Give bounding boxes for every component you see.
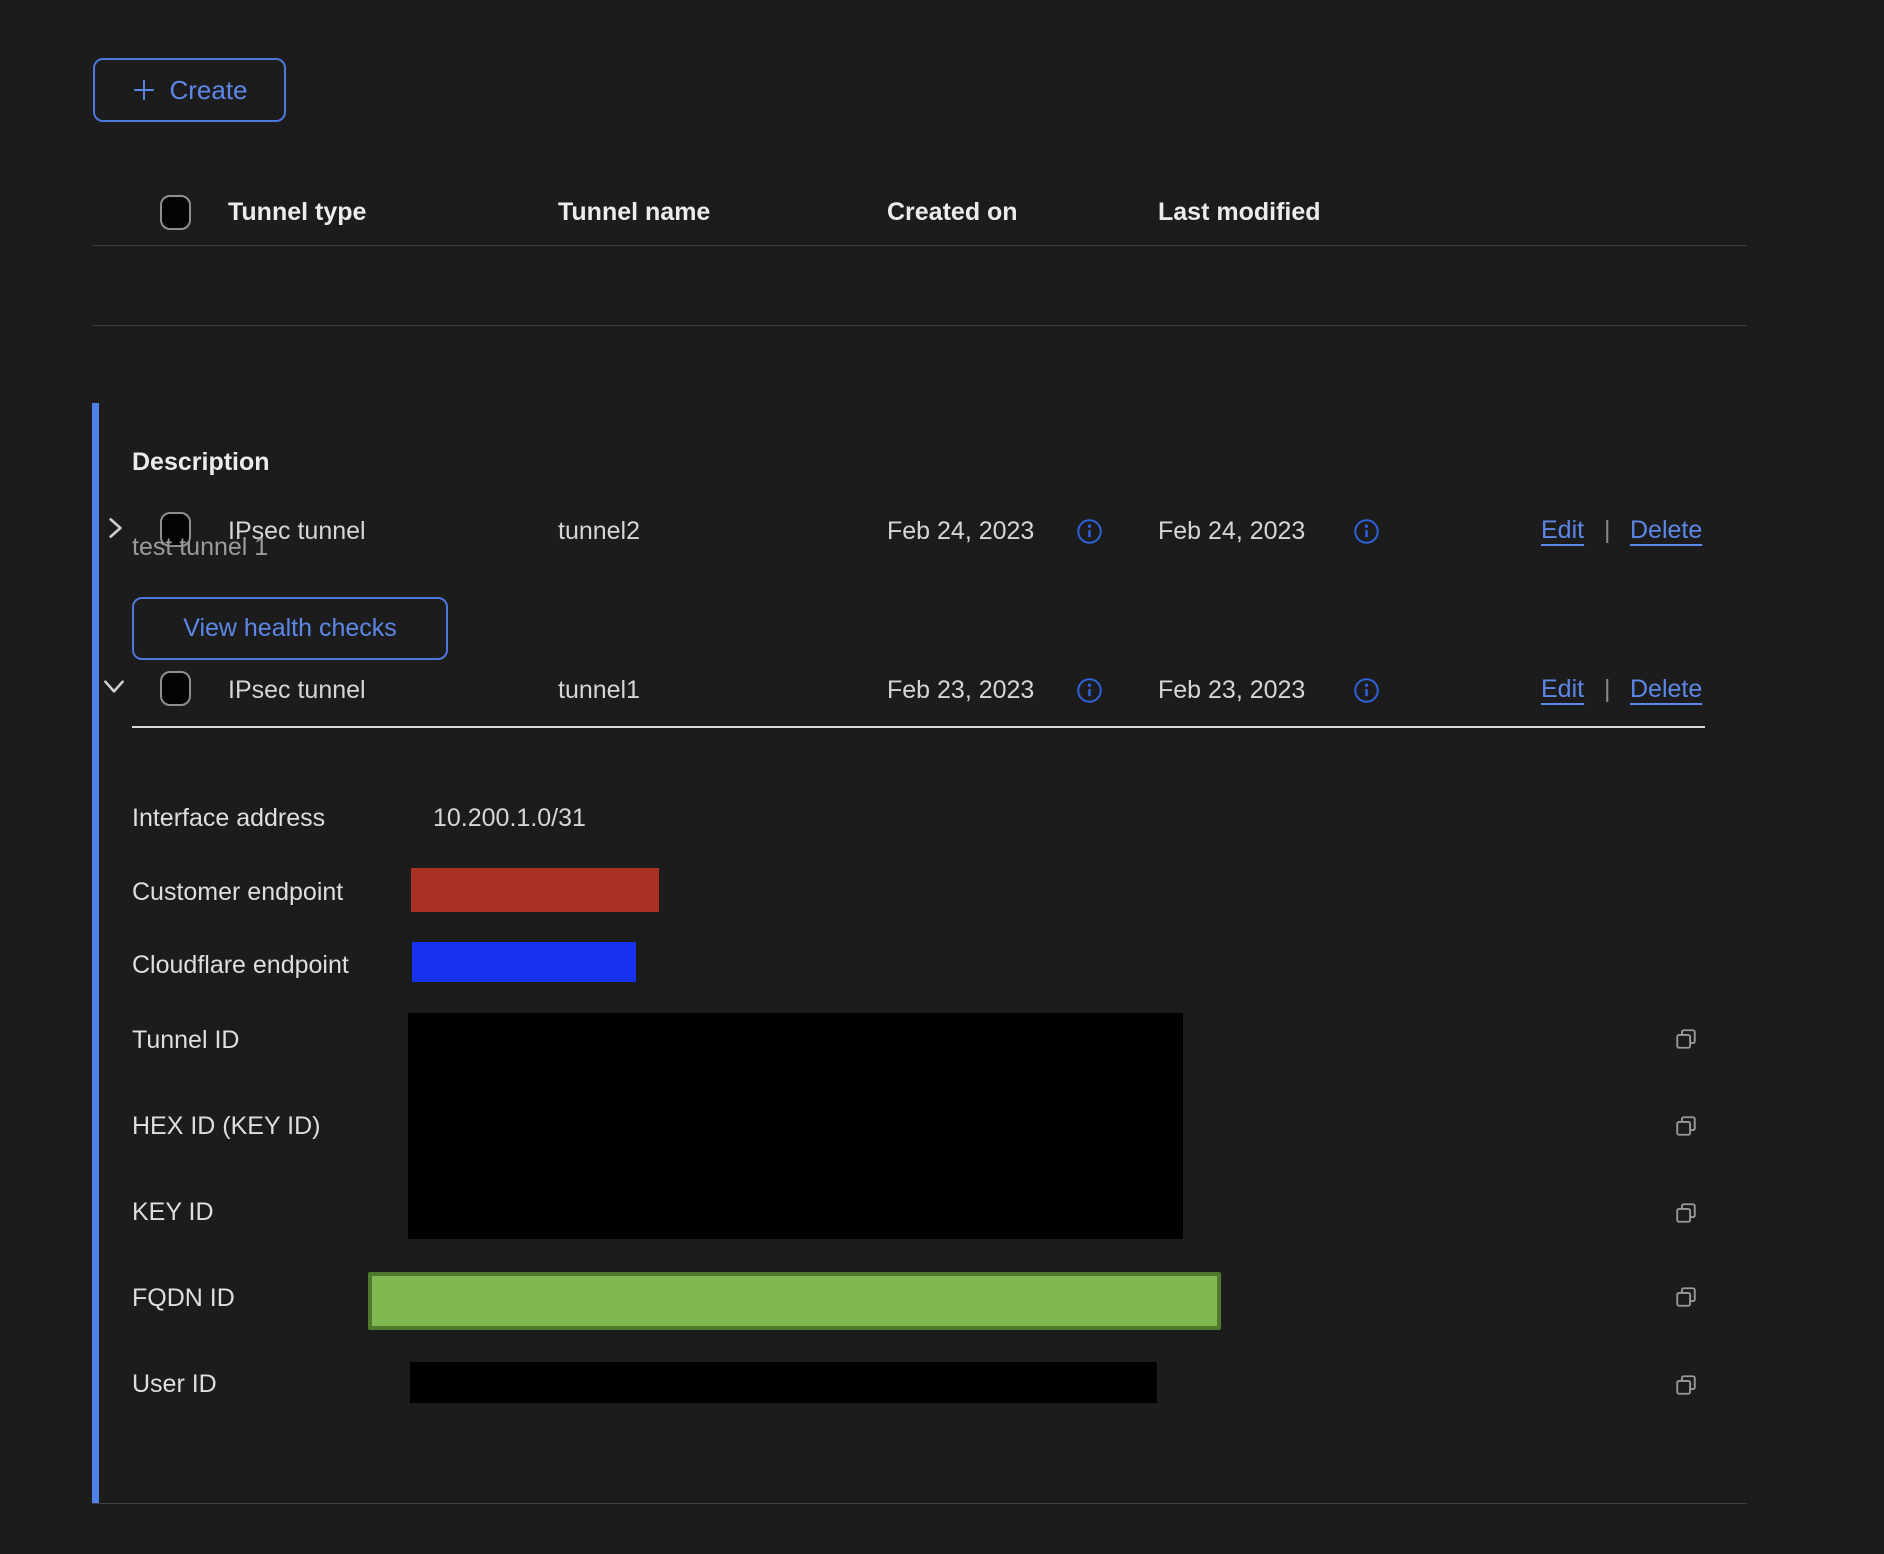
plus-icon xyxy=(131,77,157,103)
id-values-redaction xyxy=(408,1013,1183,1239)
action-separator: | xyxy=(1604,675,1611,704)
view-health-checks-button[interactable]: View health checks xyxy=(132,597,448,660)
delete-link[interactable]: Delete xyxy=(1630,675,1702,704)
tunnel-name-cell: tunnel1 xyxy=(558,675,640,705)
delete-link[interactable]: Delete xyxy=(1630,516,1702,545)
create-button[interactable]: Create xyxy=(93,58,286,122)
column-header-tunnel-name: Tunnel name xyxy=(558,197,710,227)
column-header-created-on: Created on xyxy=(887,197,1018,227)
created-on-cell: Feb 23, 2023 xyxy=(887,675,1034,705)
expanded-row-indicator-bar xyxy=(92,403,99,1503)
key-id-label: KEY ID xyxy=(132,1197,214,1227)
interface-address-label: Interface address xyxy=(132,803,325,833)
customer-endpoint-label: Customer endpoint xyxy=(132,877,343,907)
description-value: test tunnel 1 xyxy=(132,532,268,562)
table-row: IPsec tunnel tunnel1 Feb 23, 2023 Feb 23… xyxy=(0,325,1884,403)
user-id-label: User ID xyxy=(132,1369,217,1399)
description-label: Description xyxy=(132,447,270,477)
tunnel-name-cell: tunnel2 xyxy=(558,516,640,546)
table-row: IPsec tunnel tunnel2 Feb 24, 2023 Feb 24… xyxy=(0,245,1884,325)
row-divider xyxy=(92,1503,1747,1504)
info-icon[interactable] xyxy=(1076,677,1103,704)
edit-link[interactable]: Edit xyxy=(1541,675,1584,704)
copy-icon[interactable] xyxy=(1672,1025,1700,1053)
section-divider xyxy=(132,726,1705,728)
create-button-label: Create xyxy=(169,75,247,106)
column-header-tunnel-type: Tunnel type xyxy=(228,197,366,227)
row-checkbox[interactable] xyxy=(160,671,191,706)
tunnel-type-cell: IPsec tunnel xyxy=(228,675,366,705)
info-icon[interactable] xyxy=(1353,677,1380,704)
edit-link[interactable]: Edit xyxy=(1541,516,1584,545)
hex-id-label: HEX ID (KEY ID) xyxy=(132,1111,320,1141)
copy-icon[interactable] xyxy=(1672,1283,1700,1311)
info-icon[interactable] xyxy=(1353,518,1380,545)
copy-icon[interactable] xyxy=(1672,1371,1700,1399)
info-icon[interactable] xyxy=(1076,518,1103,545)
fqdn-id-redaction xyxy=(368,1272,1221,1330)
select-all-checkbox[interactable] xyxy=(160,195,191,230)
user-id-redaction xyxy=(410,1362,1157,1403)
cloudflare-endpoint-redaction xyxy=(412,942,636,982)
last-modified-cell: Feb 24, 2023 xyxy=(1158,516,1305,546)
fqdn-id-label: FQDN ID xyxy=(132,1283,235,1313)
customer-endpoint-redaction xyxy=(411,868,659,912)
view-health-checks-label: View health checks xyxy=(183,614,397,643)
copy-icon[interactable] xyxy=(1672,1112,1700,1140)
action-separator: | xyxy=(1604,516,1611,545)
chevron-down-icon[interactable] xyxy=(100,673,128,699)
last-modified-cell: Feb 23, 2023 xyxy=(1158,675,1305,705)
copy-icon[interactable] xyxy=(1672,1199,1700,1227)
column-header-last-modified: Last modified xyxy=(1158,197,1321,227)
cloudflare-endpoint-label: Cloudflare endpoint xyxy=(132,950,349,980)
interface-address-value: 10.200.1.0/31 xyxy=(433,803,586,833)
created-on-cell: Feb 24, 2023 xyxy=(887,516,1034,546)
chevron-right-icon[interactable] xyxy=(102,514,128,542)
tunnel-id-label: Tunnel ID xyxy=(132,1025,239,1055)
